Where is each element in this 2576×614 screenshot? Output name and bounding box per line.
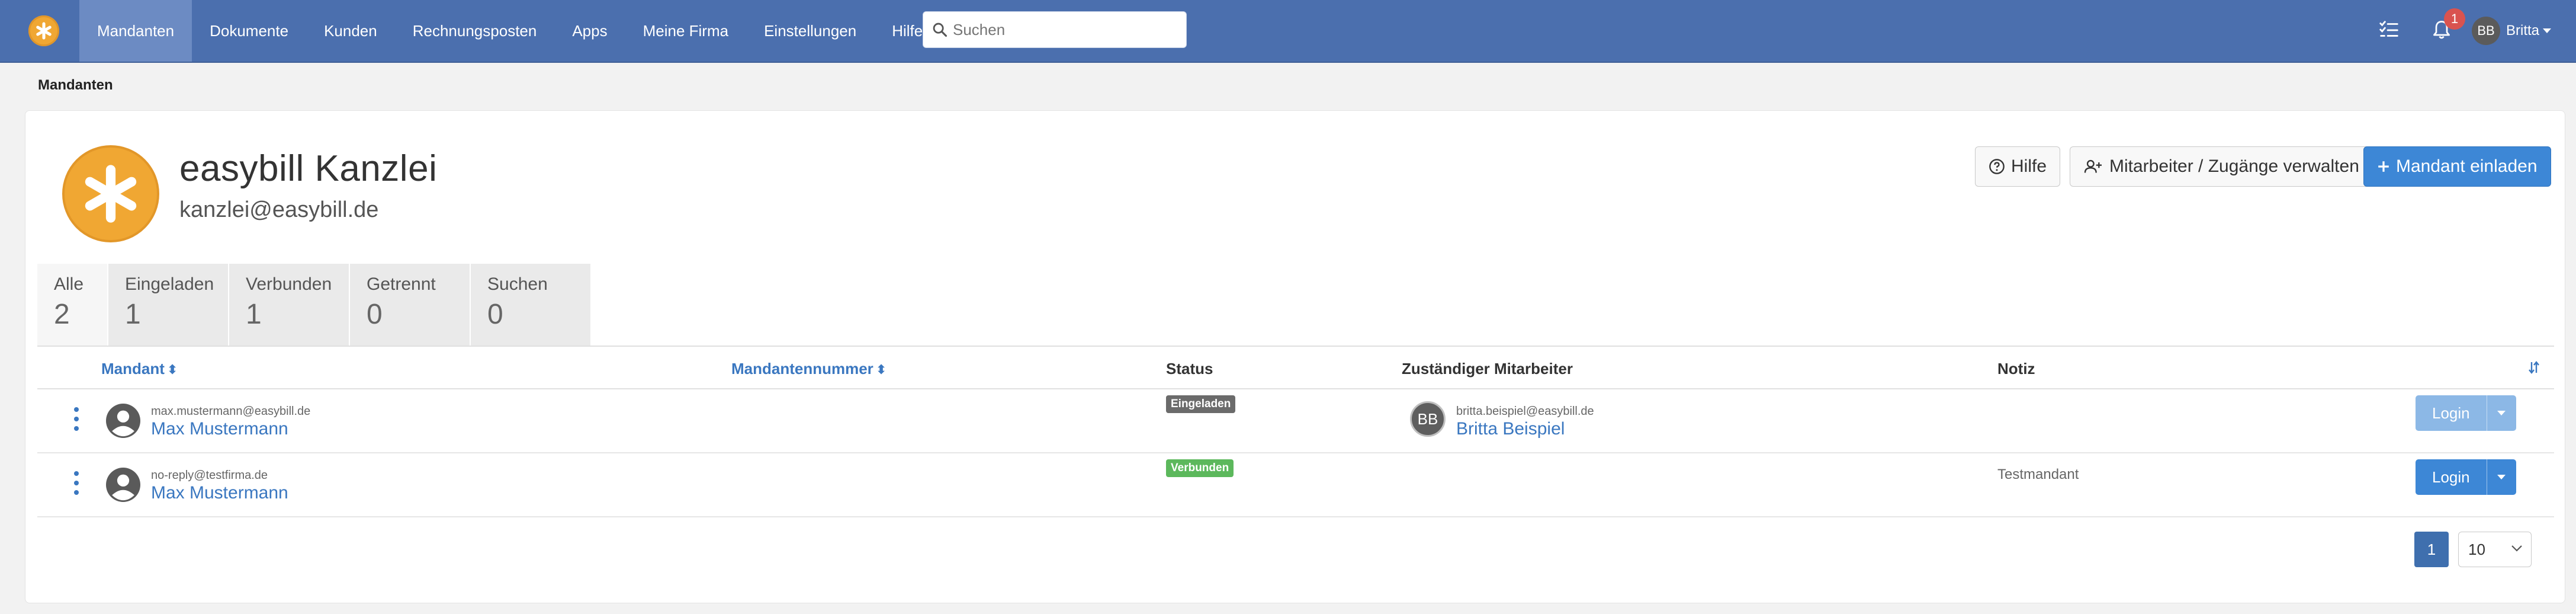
tab-count: 0	[367, 299, 383, 330]
login-button-group: Login	[2416, 395, 2516, 431]
invite-client-button-label: Mandant einladen	[2396, 156, 2538, 176]
status-badge: Verbunden	[1166, 459, 1234, 477]
table-row: no-reply@testfirma.de Max Mustermann Ver…	[37, 453, 2554, 517]
client-email: no-reply@testfirma.de	[151, 469, 268, 482]
column-header-mandantennummer[interactable]: Mandantennummer ⬍	[731, 360, 886, 378]
client-avatar-icon	[106, 404, 140, 438]
staff-avatar: BB	[1410, 401, 1446, 437]
client-note: Testmandant	[1997, 466, 2079, 482]
column-header-note: Notiz	[1997, 360, 2035, 378]
search-box	[923, 11, 1187, 48]
user-avatar: BB	[2472, 17, 2500, 45]
nav-item-dokumente[interactable]: Dokumente	[192, 0, 306, 62]
top-navbar: Mandanten Dokumente Kunden Rechnungspost…	[0, 0, 2576, 63]
status-badge: Eingeladen	[1166, 395, 1236, 413]
tab-label: Verbunden	[246, 274, 332, 294]
clients-table: Mandant ⬍ Mandantennummer ⬍ Status Zuständ…	[37, 346, 2554, 517]
column-header-status: Status	[1166, 360, 1213, 378]
chevron-down-icon	[2497, 411, 2506, 415]
table-row: max.mustermann@easybill.de Max Musterman…	[37, 389, 2554, 453]
column-label: Mandant	[101, 360, 165, 378]
manage-staff-button[interactable]: Mitarbeiter / Zugänge verwalten	[2070, 146, 2373, 187]
sort-icon: ⬍	[875, 362, 887, 377]
help-button-label: Hilfe	[2011, 156, 2047, 176]
pagination-page-button[interactable]: 1	[2414, 532, 2449, 567]
nav-item-apps[interactable]: Apps	[554, 0, 625, 62]
user-menu[interactable]: BB Britta	[2472, 17, 2552, 45]
nav-item-meine-firma[interactable]: Meine Firma	[625, 0, 746, 62]
tasks-checklist-icon[interactable]	[2377, 18, 2401, 41]
search-input[interactable]	[953, 20, 1178, 39]
brand-logo-icon[interactable]	[28, 15, 59, 46]
tab-label: Suchen	[487, 274, 548, 294]
notification-count-badge: 1	[2444, 8, 2465, 30]
nav-item-einstellungen[interactable]: Einstellungen	[746, 0, 874, 62]
search-icon	[933, 23, 947, 37]
sort-icon: ⬍	[166, 362, 178, 377]
row-actions-kebab-icon[interactable]	[70, 471, 82, 495]
login-button-group: Login	[2416, 459, 2516, 495]
company-logo	[62, 145, 159, 242]
tab-getrennt[interactable]: Getrennt 0	[350, 264, 471, 346]
tab-suchen[interactable]: Suchen 0	[471, 264, 592, 346]
chevron-down-icon	[2511, 545, 2522, 552]
help-button[interactable]: Hilfe	[1975, 146, 2061, 187]
login-button[interactable]: Login	[2416, 395, 2487, 431]
company-email: kanzlei@easybill.de	[179, 197, 379, 222]
question-circle-icon	[1989, 159, 2005, 174]
table-header: Mandant ⬍ Mandantennummer ⬍ Status Zuständ…	[37, 346, 2554, 389]
login-dropdown-toggle[interactable]	[2486, 395, 2516, 431]
breadcrumb: Mandanten	[38, 77, 113, 93]
sort-toggle-icon[interactable]	[2528, 360, 2540, 379]
client-name-link[interactable]: Max Mustermann	[151, 483, 288, 503]
nav-item-kunden[interactable]: Kunden	[306, 0, 395, 62]
plus-icon	[2378, 161, 2389, 172]
chevron-down-icon	[2543, 28, 2552, 33]
asterisk-logo-icon	[85, 165, 137, 223]
client-avatar-icon	[106, 468, 140, 502]
login-dropdown-toggle[interactable]	[2486, 459, 2516, 495]
tab-label: Alle	[54, 274, 84, 294]
tab-count: 1	[246, 299, 262, 330]
filter-tabs: Alle 2 Eingeladen 1 Verbunden 1 Getrennt…	[37, 264, 592, 346]
tab-label: Eingeladen	[125, 274, 214, 294]
invite-client-button[interactable]: Mandant einladen	[2363, 146, 2551, 187]
staff-name-link[interactable]: Britta Beispiel	[1456, 419, 1565, 439]
column-header-mandant[interactable]: Mandant ⬍	[101, 360, 178, 378]
staff-email: britta.beispiel@easybill.de	[1456, 405, 1594, 418]
client-email: max.mustermann@easybill.de	[151, 405, 311, 418]
nav-item-rechnungsposten[interactable]: Rechnungsposten	[395, 0, 555, 62]
page-size-select[interactable]: 10	[2458, 532, 2532, 567]
tab-count: 2	[54, 299, 70, 330]
client-name-link[interactable]: Max Mustermann	[151, 419, 288, 439]
tab-count: 0	[487, 299, 503, 330]
tab-verbunden[interactable]: Verbunden 1	[229, 264, 350, 346]
page-size-value: 10	[2468, 540, 2485, 558]
tab-eingeladen[interactable]: Eingeladen 1	[108, 264, 229, 346]
column-header-staff: Zuständiger Mitarbeiter	[1402, 360, 1573, 378]
user-name: Britta	[2506, 23, 2540, 39]
tab-alle[interactable]: Alle 2	[37, 264, 108, 346]
tab-label: Getrennt	[367, 274, 436, 294]
column-label: Mandantennummer	[731, 360, 873, 378]
manage-staff-button-label: Mitarbeiter / Zugänge verwalten	[2109, 156, 2359, 176]
tab-count: 1	[125, 299, 141, 330]
login-button[interactable]: Login	[2416, 459, 2487, 495]
main-panel: easybill Kanzlei kanzlei@easybill.de Hil…	[25, 110, 2565, 603]
chevron-down-icon	[2497, 475, 2506, 479]
company-name: easybill Kanzlei	[179, 148, 438, 189]
row-actions-kebab-icon[interactable]	[70, 407, 82, 431]
user-plus-icon	[2084, 159, 2102, 173]
main-nav: Mandanten Dokumente Kunden Rechnungspost…	[79, 0, 949, 62]
nav-item-mandanten[interactable]: Mandanten	[79, 0, 192, 62]
